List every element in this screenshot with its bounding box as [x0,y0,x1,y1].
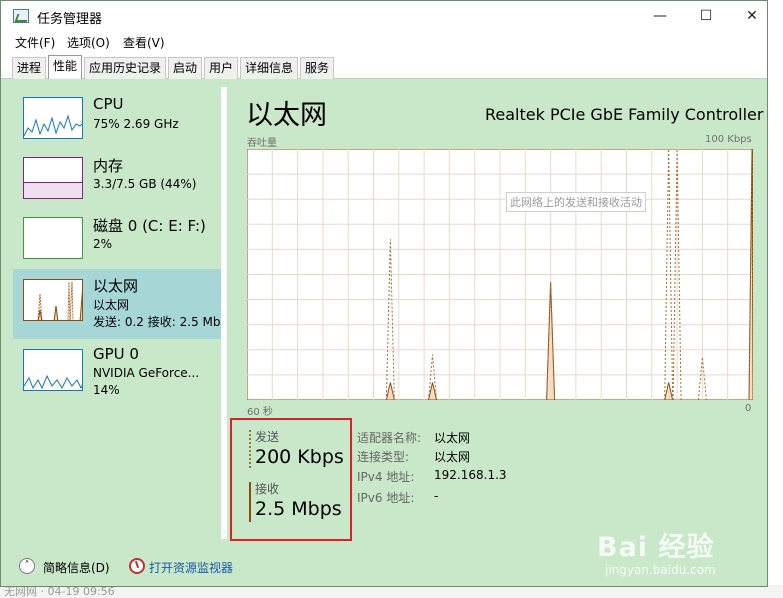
sidebar-item-detail: 75% 2.69 GHz [93,117,179,131]
send-label: 发送 [255,430,280,444]
throughput-stats-box: 发送 200 Kbps 接收 2.5 Mbps [230,418,352,541]
tab-processes[interactable]: 进程 [12,57,47,79]
send-legend-marker [249,430,251,468]
baidu-watermark: Bai 经验 jingyan.baidu.com [597,525,747,585]
close-button[interactable]: ✕ [729,1,775,32]
receive-label: 接收 [255,482,280,496]
title-bar[interactable]: 任务管理器 — ☐ ✕ [1,1,767,32]
sidebar-item-title: 磁盘 0 (C: E: F:) [93,217,206,235]
maximize-button[interactable]: ☐ [683,1,729,32]
minimize-button[interactable]: — [637,1,683,32]
sidebar-item-disk[interactable]: 磁盘 0 (C: E: F:) 2% [13,207,221,277]
tab-startup[interactable]: 启动 [168,57,203,79]
receive-legend-marker [249,482,251,522]
page-title: 以太网 [246,100,327,131]
sidebar-item-detail: 3.3/7.5 GB (44%) [93,177,197,191]
tab-app-history[interactable]: 应用历史记录 [84,57,167,79]
sidebar-scrollbar[interactable] [221,87,227,539]
memory-thumbnail [23,157,83,199]
task-manager-icon [13,9,29,23]
graph-throughput-label: 吞吐量 [247,138,277,149]
receive-value: 2.5 Mbps [255,498,342,520]
tab-bar: 进程 性能 应用历史记录 启动 用户 详细信息 服务 [1,53,767,79]
adapter-device-name: Realtek PCIe GbE Family Controller [485,105,764,124]
tab-services[interactable]: 服务 [300,57,335,79]
sidebar-item-ethernet[interactable]: 以太网 以太网 发送: 0.2 接收: 2.5 Mb [13,269,221,339]
ipv4-value: 192.168.1.3 [434,468,507,482]
sidebar-item-detail: 以太网 [93,298,130,312]
sidebar-item-title: 以太网 [93,277,139,295]
throughput-graph[interactable] [247,149,753,400]
gpu-thumbnail [23,349,83,391]
menu-options[interactable]: 选项(O) [67,34,110,51]
ipv6-key: IPv6 地址: [357,491,415,505]
tab-performance[interactable]: 性能 [48,55,83,79]
sidebar-item-gpu[interactable]: GPU 0 NVIDIA GeForce... 14% [13,339,221,409]
graph-max-label: 100 Kbps [705,134,752,145]
ipv6-value: - [434,489,439,503]
ethernet-thumbnail [23,279,83,321]
watermark-logo: Bai 经验 [597,532,715,563]
resource-list: CPU 75% 2.69 GHz 内存 3.3/7.5 GB (44%) 磁盘 … [13,87,221,545]
sidebar-item-title: CPU [93,95,124,113]
watermark-url: jingyan.baidu.com [605,563,716,577]
adapter-name-key: 适配器名称: [357,431,422,445]
sidebar-item-detail: 2% [93,237,113,251]
tab-details[interactable]: 详细信息 [240,57,299,79]
tab-users[interactable]: 用户 [204,57,239,79]
open-resource-monitor-link[interactable]: 打开资源监视器 [149,559,233,576]
task-manager-window: 任务管理器 — ☐ ✕ 文件(F) 选项(O) 查看(V) 进程 性能 应用历史… [0,0,768,587]
disk-thumbnail [23,217,83,259]
chevron-up-icon[interactable]: ˄ [19,558,35,574]
brief-info-button[interactable]: 简略信息(D) [43,559,110,576]
sidebar-item-title: GPU 0 [93,345,139,363]
resource-monitor-icon[interactable] [129,558,145,574]
cpu-thumbnail [23,97,83,139]
graph-time-axis-start: 60 秒 [247,407,273,418]
connection-type-key: 连接类型: [357,450,410,464]
window-title: 任务管理器 [37,12,103,27]
connection-type-value: 以太网 [434,450,471,464]
sidebar-item-detail: NVIDIA GeForce... [93,366,200,380]
sidebar-item-title: 内存 [93,157,124,175]
menu-bar: 文件(F) 选项(O) 查看(V) [1,32,767,53]
menu-file[interactable]: 文件(F) [15,34,55,51]
ipv4-key: IPv4 地址: [357,470,415,484]
sidebar-item-usage: 14% [93,383,120,397]
menu-view[interactable]: 查看(V) [123,34,165,51]
graph-tooltip: 此网络上的发送和接收活动 [506,192,646,212]
sidebar-item-throughput: 发送: 0.2 接收: 2.5 Mb [93,315,221,329]
graph-time-axis-end: 0 [745,403,752,414]
send-value: 200 Kbps [255,446,344,468]
adapter-name-value: 以太网 [434,431,471,445]
